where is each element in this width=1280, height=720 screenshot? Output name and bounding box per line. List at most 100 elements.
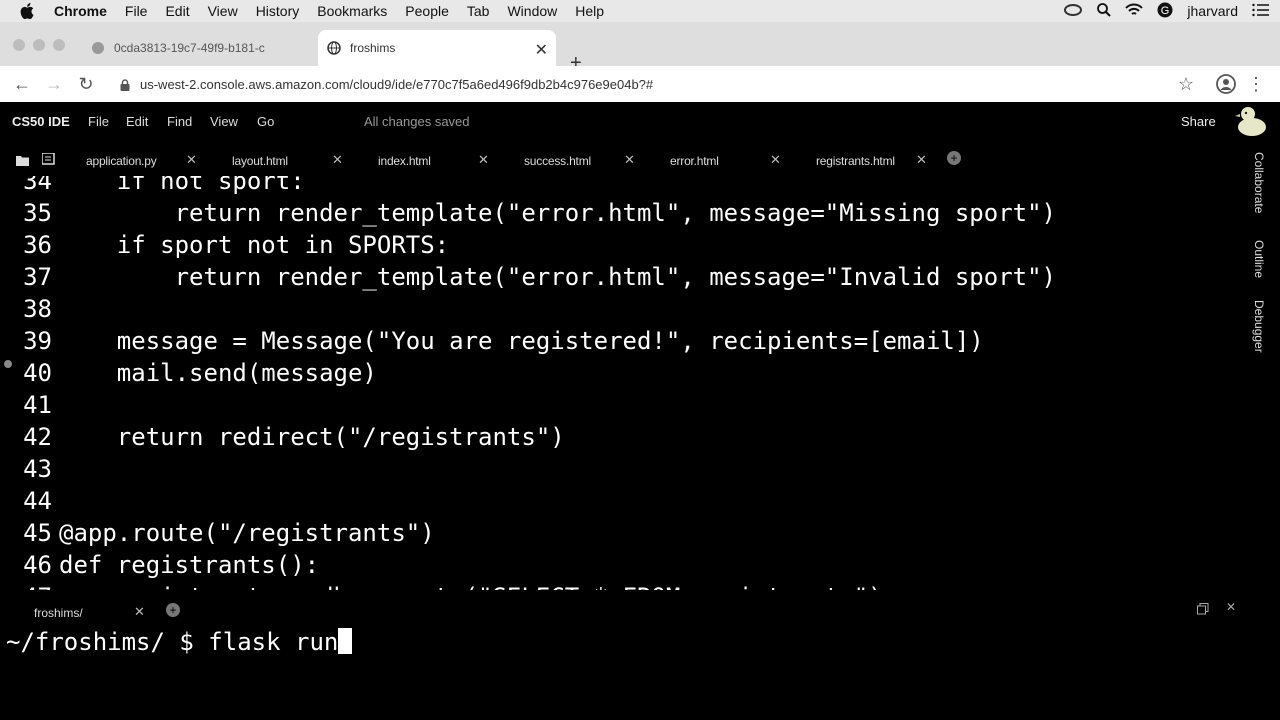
svg-text:G: G (1161, 5, 1170, 17)
terminal-tab-bar: froshims/ ✕ ✕ (0, 598, 1280, 626)
cloud9-favicon-icon (90, 40, 106, 56)
side-panel-debugger[interactable]: Debugger (1252, 300, 1266, 353)
file-tab-application-py[interactable]: application.py (86, 154, 157, 168)
list-icon[interactable] (1252, 3, 1270, 20)
line-number: 46 (23, 551, 52, 579)
code-line[interactable]: mail.send(message) (59, 359, 377, 387)
code-line[interactable]: if not sport: (59, 176, 305, 195)
creative-cloud-icon[interactable] (1063, 3, 1083, 20)
close-file-tab-icon[interactable]: ✕ (770, 152, 781, 168)
close-window-button[interactable] (13, 39, 25, 51)
close-file-tab-icon[interactable]: ✕ (186, 152, 197, 168)
address-bar[interactable]: us-west-2.console.aws.amazon.com/cloud9/… (112, 70, 1202, 98)
close-file-tab-icon[interactable]: ✕ (332, 152, 343, 168)
terminal-tab[interactable]: froshims/ (34, 606, 83, 620)
duck-icon[interactable] (1235, 104, 1269, 143)
menu-edit[interactable]: Edit (165, 3, 189, 19)
back-arrow-icon[interactable]: ← (10, 73, 34, 95)
close-file-tab-icon[interactable]: ✕ (478, 152, 489, 168)
close-panel-icon[interactable]: ✕ (1226, 600, 1236, 614)
macos-menu-bar: Chrome File Edit View History Bookmarks … (0, 0, 1280, 22)
line-number: 47 (0, 583, 52, 590)
code-line[interactable]: if sport not in SPORTS: (59, 231, 449, 259)
menu-help[interactable]: Help (575, 3, 604, 19)
bookmark-star-icon[interactable]: ☆ (1174, 73, 1198, 95)
ide-menu-find[interactable]: Find (167, 114, 192, 129)
line-number: 43 (23, 455, 52, 483)
search-icon[interactable] (1097, 2, 1112, 20)
menu-window[interactable]: Window (507, 3, 557, 19)
profile-icon[interactable] (1214, 73, 1238, 95)
code-editor[interactable]: 34 if not sport: 35 return render_templat… (0, 176, 1248, 590)
reload-icon[interactable]: ↻ (74, 73, 98, 95)
line-number: 34 (23, 176, 52, 195)
terminal[interactable]: ~/froshims/ $ flask run (6, 628, 353, 656)
ide-menu-go[interactable]: Go (257, 114, 274, 129)
zoom-window-button[interactable] (53, 39, 65, 51)
ide-menu-file[interactable]: File (88, 114, 109, 129)
close-terminal-tab-icon[interactable]: ✕ (134, 604, 145, 620)
menu-history[interactable]: History (256, 3, 300, 19)
save-status: All changes saved (364, 114, 470, 129)
browser-tab-froshims[interactable]: froshims ✕ (318, 30, 556, 66)
url-text[interactable]: us-west-2.console.aws.amazon.com/cloud9/… (140, 77, 653, 92)
apple-icon[interactable] (18, 2, 36, 20)
side-panel-collaborate[interactable]: Collaborate (1252, 152, 1266, 213)
globe-icon (326, 40, 342, 56)
file-tab-index-html[interactable]: index.html (378, 154, 431, 168)
terminal-command[interactable]: flask run (208, 628, 338, 656)
lock-icon[interactable] (120, 78, 130, 96)
browser-tab-strip: 0cda3813-19c7-49f9-b181-c froshims ✕ + (0, 22, 1280, 74)
line-number: 41 (23, 391, 52, 419)
file-tree-icon[interactable] (41, 152, 56, 170)
new-terminal-tab-icon[interactable]: + (166, 603, 180, 617)
share-button[interactable]: Share (1181, 114, 1216, 129)
line-number: 45 (23, 519, 52, 547)
ide-menu-bar: CS50 IDE File Edit Find View Go All chan… (0, 102, 1280, 142)
menu-file[interactable]: File (125, 3, 148, 19)
code-line[interactable]: registrants = db.execute("SELECT * FROM … (59, 583, 883, 590)
menu-view[interactable]: View (208, 3, 238, 19)
file-tab-layout-html[interactable]: layout.html (232, 154, 288, 168)
user-avatar-icon[interactable]: G (1157, 2, 1173, 21)
side-panel-outline[interactable]: Outline (1252, 240, 1266, 278)
browser-tab-label: 0cda3813-19c7-49f9-b181-c (114, 41, 265, 55)
code-line[interactable]: @app.route("/registrants") (59, 519, 435, 547)
file-tab-registrants-html[interactable]: registrants.html (816, 154, 895, 168)
line-number: 36 (23, 231, 52, 259)
line-number: 42 (23, 423, 52, 451)
file-tab-success-html[interactable]: success.html (524, 154, 591, 168)
file-tab-error-html[interactable]: error.html (670, 154, 719, 168)
code-line[interactable]: def registrants(): (59, 551, 319, 579)
menu-extras: G jharvard (1063, 0, 1270, 22)
wifi-icon[interactable] (1125, 3, 1144, 20)
line-number: 35 (23, 199, 52, 227)
forward-arrow-icon[interactable]: → (42, 73, 66, 95)
new-file-tab-icon[interactable]: + (947, 151, 961, 165)
menu-bookmarks[interactable]: Bookmarks (317, 3, 387, 19)
ide-menu-view[interactable]: View (210, 114, 238, 129)
ide-brand[interactable]: CS50 IDE (12, 114, 70, 129)
close-file-tab-icon[interactable]: ✕ (916, 152, 927, 168)
code-line[interactable]: return render_template("error.html", mes… (59, 199, 1056, 227)
close-file-tab-icon[interactable]: ✕ (624, 152, 635, 168)
more-menu-icon[interactable]: ⋮ (1244, 73, 1268, 95)
menu-app-chrome[interactable]: Chrome (54, 3, 107, 19)
terminal-prompt: ~/froshims/ $ (6, 628, 209, 656)
ide-menu-edit[interactable]: Edit (126, 114, 148, 129)
browser-toolbar: ← → ↻ us-west-2.console.aws.amazon.com/c… (0, 66, 1280, 103)
folder-icon[interactable] (16, 153, 29, 171)
user-name[interactable]: jharvard (1187, 3, 1238, 19)
code-line[interactable]: message = Message("You are registered!",… (59, 327, 984, 355)
code-line[interactable]: return redirect("/registrants") (59, 423, 565, 451)
menu-tab[interactable]: Tab (467, 3, 490, 19)
terminal-cursor (338, 628, 353, 654)
minimize-window-button[interactable] (33, 39, 45, 51)
line-number: 38 (23, 295, 52, 323)
close-tab-icon[interactable]: ✕ (535, 40, 548, 60)
code-line[interactable]: return render_template("error.html", mes… (59, 263, 1056, 291)
browser-tab-aws[interactable]: 0cda3813-19c7-49f9-b181-c (82, 30, 317, 66)
maximize-panel-icon[interactable] (1197, 602, 1209, 620)
menu-people[interactable]: People (405, 3, 449, 19)
line-number: 40 (23, 359, 52, 387)
